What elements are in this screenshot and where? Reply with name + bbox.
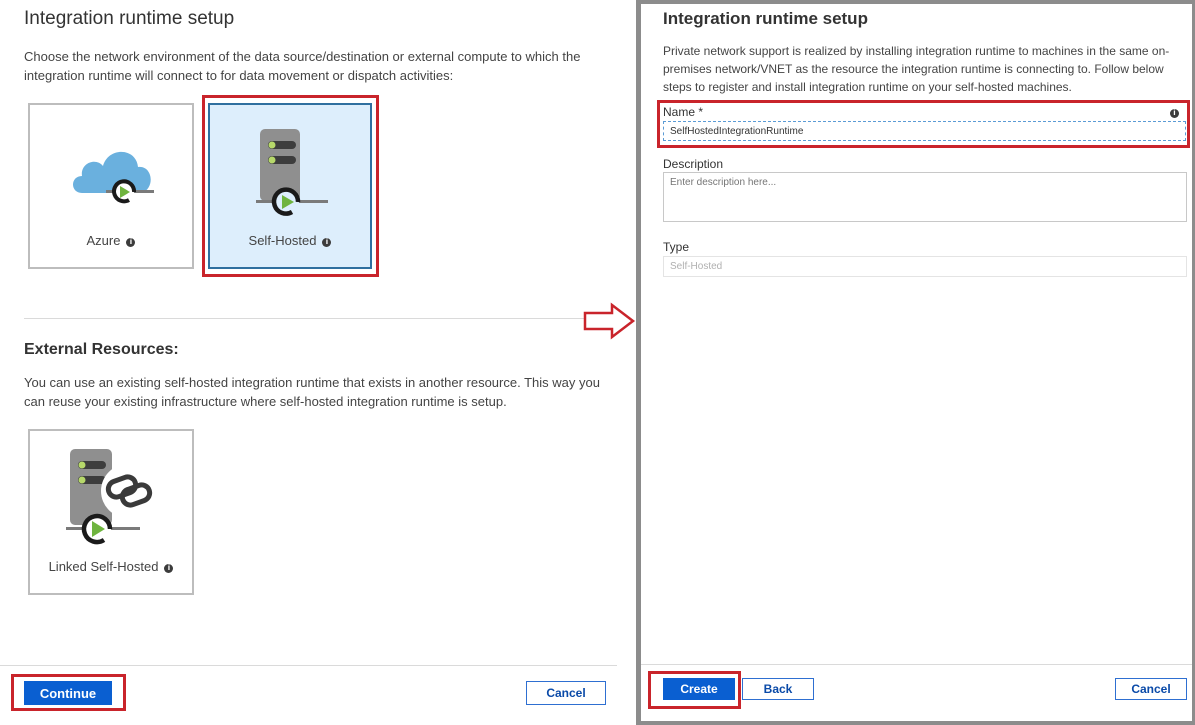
name-input[interactable] [663,121,1186,141]
right-page-title: Integration runtime setup [663,9,868,28]
cancel-button-right[interactable]: Cancel [1115,678,1187,700]
info-icon[interactable]: i [164,564,174,573]
left-page-title: Integration runtime setup [24,8,235,29]
self-hosted-option-label: Self-Hosted i [210,233,370,248]
type-label: Type [663,240,690,254]
info-icon[interactable]: i [322,238,332,247]
self-hosted-option-tile[interactable]: Self-Hosted i [208,103,372,269]
external-resources-description: You can use an existing self-hosted inte… [24,375,600,409]
left-description: Choose the network environment of the da… [24,49,581,83]
azure-option-label: Azure i [30,233,192,248]
back-button[interactable]: Back [742,678,814,700]
linked-server-icon [66,449,155,545]
type-readonly-field: Self-Hosted [663,256,1187,277]
info-icon[interactable]: i [126,238,136,247]
cancel-button-left[interactable]: Cancel [526,681,606,705]
external-resources-title: External Resources: [24,341,179,358]
right-arrow-icon [583,302,636,340]
continue-button[interactable]: Continue [24,681,112,705]
right-panel [636,0,1195,725]
create-button[interactable]: Create [663,678,735,700]
linked-self-hosted-label-text: Linked Self-Hosted [48,559,159,574]
azure-label-text: Azure [86,233,121,248]
cloud-play-icon [73,151,154,204]
self-hosted-label-text: Self-Hosted [248,233,317,248]
azure-option-tile[interactable]: Azure i [28,103,194,269]
right-footer-divider [641,664,1192,665]
section-divider [24,318,617,319]
name-label: Name * [663,105,704,119]
info-icon[interactable]: i [1170,109,1179,118]
linked-self-hosted-option-tile[interactable]: Linked Self-Hosted i [28,429,194,595]
server-play-icon [256,129,328,216]
description-textarea[interactable] [663,172,1187,222]
type-value: Self-Hosted [670,261,723,272]
description-label: Description [663,157,724,171]
right-description: Private network support is realized by i… [663,44,1170,94]
linked-self-hosted-option-label: Linked Self-Hosted i [30,559,192,574]
footer-divider [0,665,617,666]
